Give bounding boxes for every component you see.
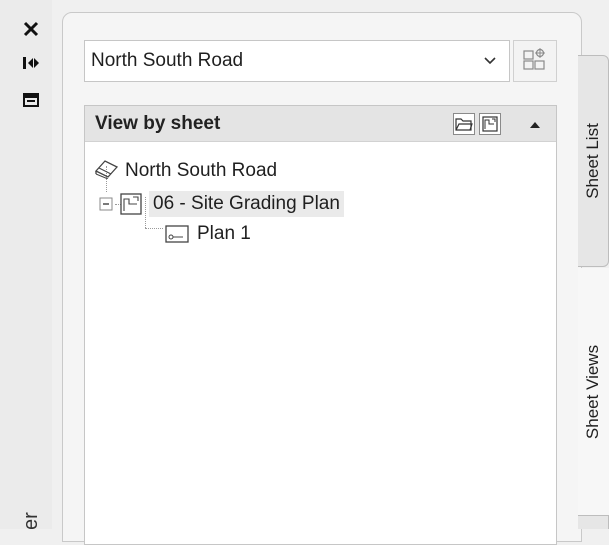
sheet-set-dropdown[interactable]: North South Road	[84, 40, 510, 82]
open-folder-icon[interactable]	[453, 113, 475, 135]
chevron-down-icon[interactable]	[481, 51, 499, 69]
collapse-minus-icon[interactable]	[99, 197, 113, 211]
sheet-icon	[119, 192, 143, 216]
palette-title: er	[20, 512, 42, 529]
side-tabs: Sheet List Sheet Views	[578, 0, 609, 529]
view-icon	[165, 224, 189, 244]
tree-connector	[145, 228, 163, 229]
sheet-views-tree: View by sheet North South Road 06 - Site…	[84, 105, 557, 545]
sheet-set-icon	[93, 157, 121, 185]
tree-header: View by sheet	[85, 106, 556, 142]
tree-item-view[interactable]: Plan 1	[165, 219, 255, 249]
sheet-set-manager-panel: North South Road View by sheet North Sou…	[62, 12, 582, 545]
view-by-sheet-label: View by sheet	[95, 113, 221, 134]
tab-sheet-views-label: Sheet Views	[583, 344, 603, 440]
sheet-view-layout-button[interactable]	[513, 40, 557, 82]
sheet-icon[interactable]	[479, 113, 501, 135]
tree-item-label: North South Road	[125, 160, 278, 181]
close-icon[interactable]	[18, 18, 44, 40]
tab-sheet-list-label: Sheet List	[583, 123, 603, 199]
tree-item-label: Plan 1	[197, 223, 251, 244]
palette-title-strip: er	[0, 0, 52, 529]
triangle-up-icon[interactable]	[528, 118, 542, 130]
tab-next[interactable]	[578, 515, 609, 529]
tab-sheet-views[interactable]: Sheet Views	[578, 268, 609, 516]
auto-hide-icon[interactable]	[18, 52, 44, 74]
tree-item-sheet-set[interactable]: North South Road	[93, 156, 281, 186]
sheet-view-layout-icon	[522, 46, 548, 77]
tree-item-sheet[interactable]: 06 - Site Grading Plan	[99, 189, 344, 219]
properties-icon[interactable]	[18, 89, 44, 111]
tab-sheet-list[interactable]: Sheet List	[578, 55, 609, 267]
tree-item-label: 06 - Site Grading Plan	[149, 191, 344, 217]
sheet-set-dropdown-value: North South Road	[91, 50, 244, 71]
